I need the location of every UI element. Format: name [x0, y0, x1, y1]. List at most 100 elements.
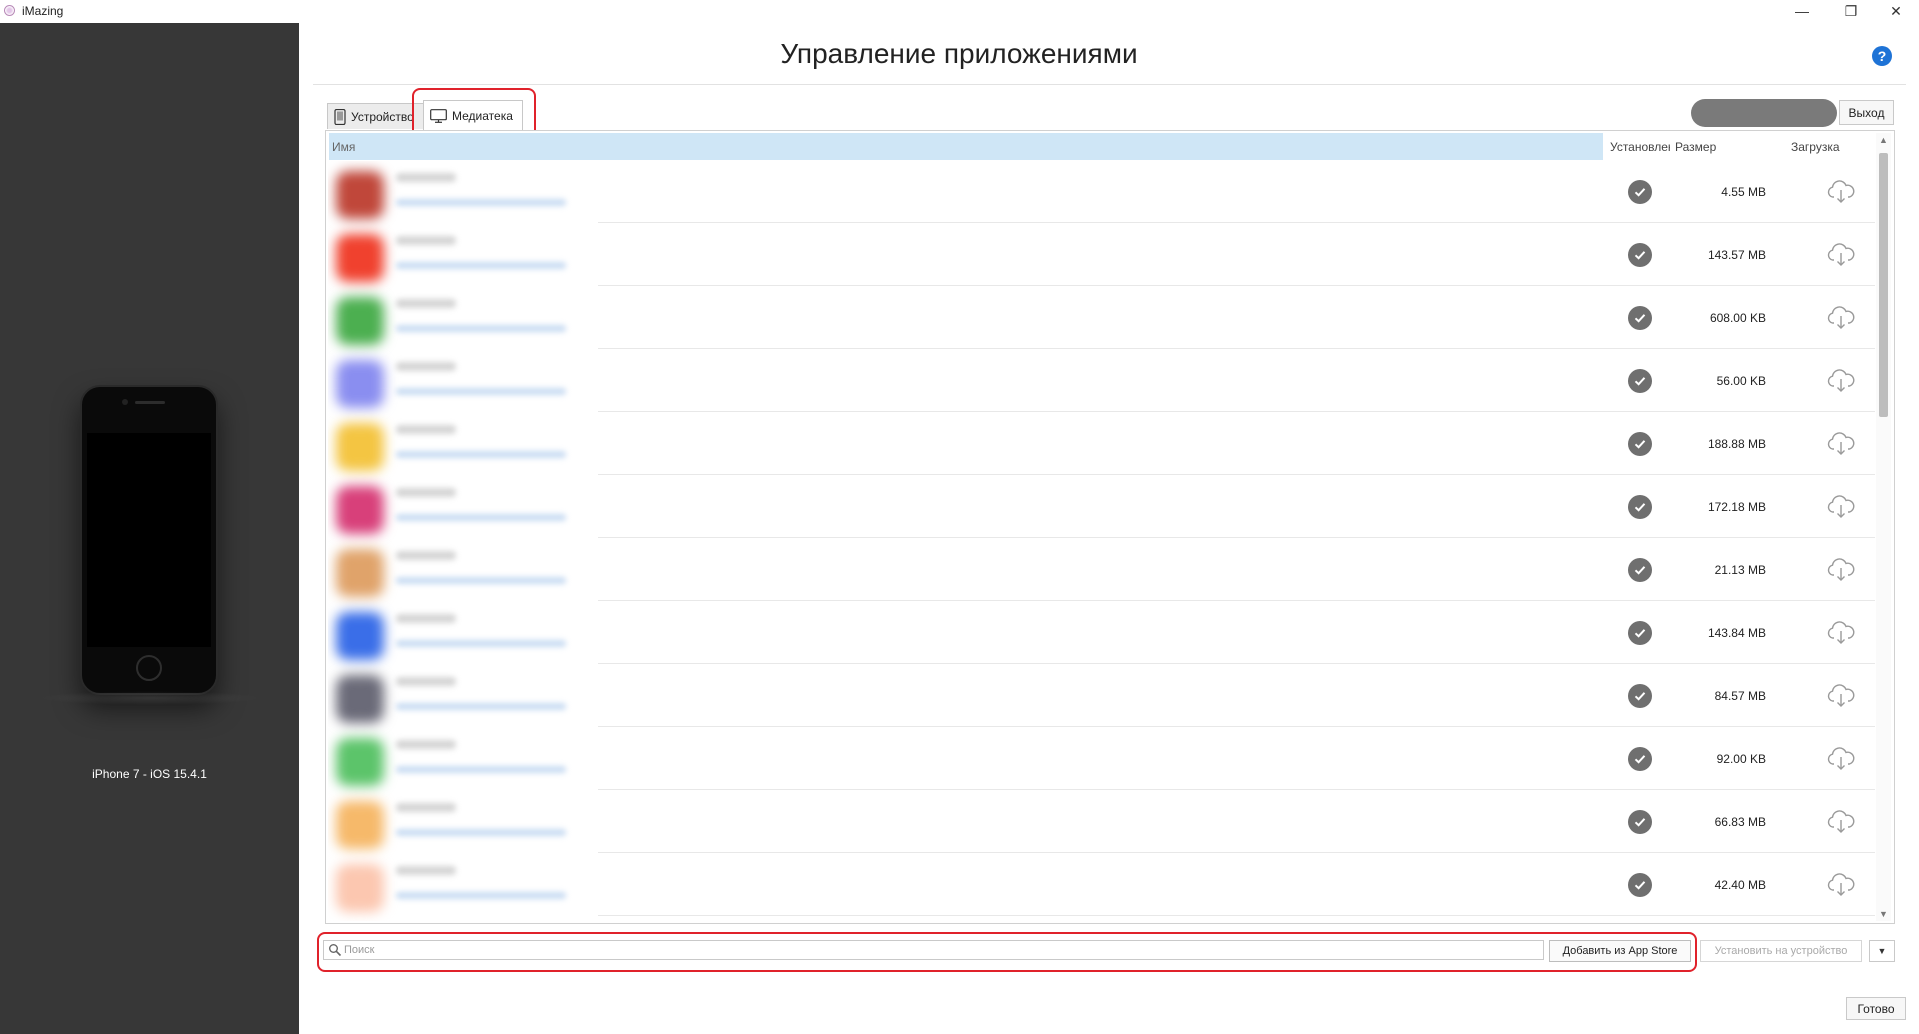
app-size: 143.57 MB	[1707, 248, 1766, 262]
app-subtitle-blurred	[396, 640, 566, 647]
app-icon	[336, 423, 384, 471]
installed-check-icon	[1628, 495, 1652, 519]
app-icon	[336, 738, 384, 786]
app-subtitle-blurred	[396, 514, 566, 521]
done-button[interactable]: Готово	[1846, 997, 1906, 1020]
cloud-download-icon[interactable]	[1826, 494, 1856, 520]
install-options-dropdown[interactable]: ▼	[1869, 940, 1895, 962]
app-icon	[336, 675, 384, 723]
app-size: 172.18 MB	[1707, 500, 1766, 514]
app-size: 66.83 MB	[1714, 815, 1766, 829]
table-row[interactable]: 143.84 MB	[328, 602, 1875, 664]
cloud-download-icon[interactable]	[1826, 746, 1856, 772]
app-name-blurred	[396, 677, 456, 686]
cloud-download-icon[interactable]	[1826, 242, 1856, 268]
app-subtitle-blurred	[396, 892, 566, 899]
table-row[interactable]: 21.13 MB	[328, 539, 1875, 601]
column-header-size[interactable]: Размер	[1671, 133, 1781, 160]
app-name-blurred	[396, 614, 456, 623]
table-row[interactable]: 56.00 KB	[328, 350, 1875, 412]
row-divider	[598, 537, 1875, 538]
app-subtitle-blurred	[396, 262, 566, 269]
app-size: 56.00 KB	[1716, 374, 1766, 388]
app-name-blurred	[396, 551, 456, 560]
row-divider	[598, 852, 1875, 853]
phone-home-button	[136, 655, 162, 681]
app-size: 92.00 KB	[1716, 752, 1766, 766]
phone-speaker	[135, 401, 165, 404]
installed-check-icon	[1628, 684, 1652, 708]
app-icon	[336, 486, 384, 534]
cloud-download-icon[interactable]	[1826, 305, 1856, 331]
app-subtitle-blurred	[396, 451, 566, 458]
app-size: 21.13 MB	[1714, 563, 1766, 577]
app-subtitle-blurred	[396, 577, 566, 584]
device-label: iPhone 7 - iOS 15.4.1	[92, 767, 207, 781]
toolbar-highlight-annotation	[317, 932, 1697, 972]
phone-icon	[334, 108, 346, 125]
table-row[interactable]: 188.88 MB	[328, 413, 1875, 475]
phone-camera	[122, 399, 128, 405]
row-divider	[598, 726, 1875, 727]
minimize-button[interactable]: —	[1780, 0, 1824, 22]
table-row[interactable]: 84.57 MB	[328, 665, 1875, 727]
app-size: 608.00 KB	[1709, 311, 1766, 325]
scroll-thumb[interactable]	[1879, 153, 1888, 417]
window-titlebar: iMazing — ❐ ✕	[0, 0, 1919, 23]
app-name-blurred	[396, 803, 456, 812]
help-icon[interactable]: ?	[1872, 46, 1892, 66]
table-row[interactable]: 608.00 KB	[328, 287, 1875, 349]
cloud-download-icon[interactable]	[1826, 557, 1856, 583]
installed-check-icon	[1628, 243, 1652, 267]
install-to-device-button[interactable]: Установить на устройство	[1700, 940, 1862, 962]
column-header-installed[interactable]: Установлено	[1606, 133, 1670, 160]
table-row[interactable]: 66.83 MB	[328, 791, 1875, 853]
table-row[interactable]: 92.00 KB	[328, 728, 1875, 790]
app-icon	[336, 360, 384, 408]
device-sidebar: iPhone 7 - iOS 15.4.1	[0, 23, 299, 1034]
cloud-download-icon[interactable]	[1826, 620, 1856, 646]
close-window-button[interactable]: ✕	[1874, 0, 1918, 22]
phone-reflection	[40, 691, 260, 705]
table-scrollbar[interactable]: ▲ ▼	[1876, 133, 1891, 921]
apps-table-body: 4.55 MB 143.57 MB 608.00 KB 56.00 KB 188.88 …	[328, 161, 1875, 921]
cloud-download-icon[interactable]	[1826, 431, 1856, 457]
cloud-download-icon[interactable]	[1826, 179, 1856, 205]
scroll-up-icon[interactable]: ▲	[1876, 133, 1891, 147]
installed-check-icon	[1628, 369, 1652, 393]
account-pill[interactable]	[1691, 99, 1837, 127]
column-header-name[interactable]: Имя	[329, 133, 1603, 160]
app-subtitle-blurred	[396, 703, 566, 710]
app-subtitle-blurred	[396, 766, 566, 773]
table-row[interactable]: 42.40 MB	[328, 854, 1875, 916]
logout-button[interactable]: Выход	[1839, 100, 1894, 125]
row-divider	[598, 348, 1875, 349]
column-header-download[interactable]: Загрузка	[1785, 133, 1885, 160]
table-row[interactable]: 4.55 MB	[328, 161, 1875, 223]
app-size: 143.84 MB	[1707, 626, 1766, 640]
app-subtitle-blurred	[396, 829, 566, 836]
app-icon	[336, 549, 384, 597]
installed-check-icon	[1628, 621, 1652, 645]
app-icon	[336, 297, 384, 345]
app-name-blurred	[396, 299, 456, 308]
cloud-download-icon[interactable]	[1826, 683, 1856, 709]
app-name-blurred	[396, 362, 456, 371]
scroll-down-icon[interactable]: ▼	[1876, 907, 1891, 921]
cloud-download-icon[interactable]	[1826, 809, 1856, 835]
app-name-blurred	[396, 173, 456, 182]
row-divider	[598, 789, 1875, 790]
table-row[interactable]: 172.18 MB	[328, 476, 1875, 538]
maximize-button[interactable]: ❐	[1829, 0, 1873, 22]
app-icon	[336, 612, 384, 660]
iphone-device-image[interactable]	[80, 385, 218, 695]
cloud-download-icon[interactable]	[1826, 368, 1856, 394]
table-row[interactable]: 143.57 MB	[328, 224, 1875, 286]
app-name: iMazing	[22, 4, 64, 18]
installed-check-icon	[1628, 306, 1652, 330]
row-divider	[598, 411, 1875, 412]
imazing-logo-icon	[4, 5, 15, 16]
installed-check-icon	[1628, 747, 1652, 771]
cloud-download-icon[interactable]	[1826, 872, 1856, 898]
row-divider	[598, 663, 1875, 664]
